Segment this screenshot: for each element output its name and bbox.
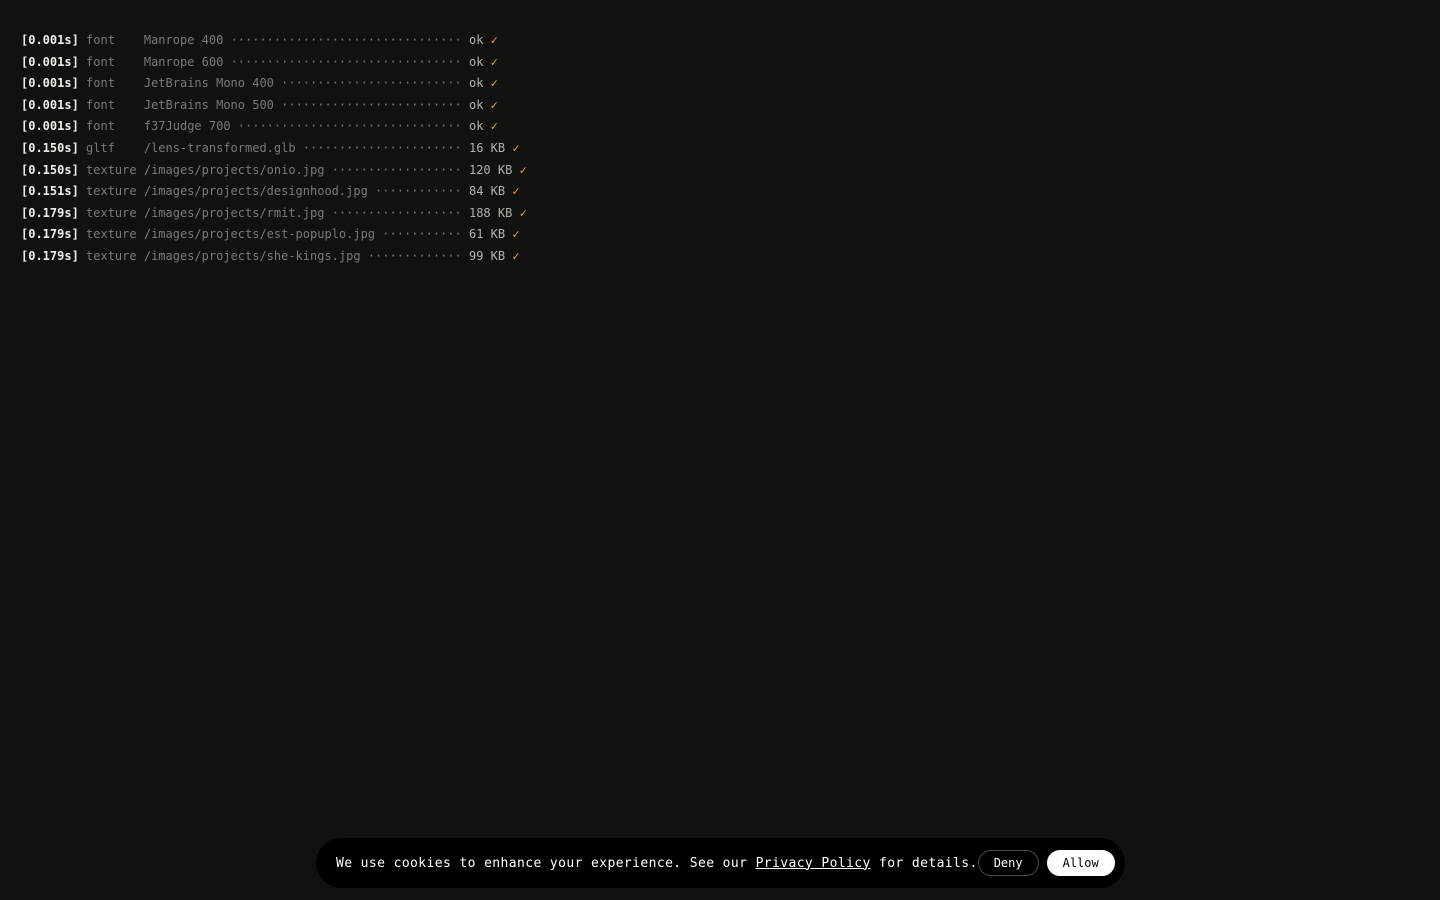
log-kind: texture <box>86 248 137 263</box>
cookie-text-before: We use cookies to enhance your experienc… <box>336 855 756 871</box>
log-timestamp: [0.001s] <box>21 119 79 134</box>
cookie-message: We use cookies to enhance your experienc… <box>336 856 978 871</box>
log-kind: font <box>86 119 137 134</box>
log-line: [0.001s] font Manrope 600 ··············… <box>21 52 527 74</box>
log-resource: /images/projects/designhood.jpg <box>143 184 368 199</box>
log-resource: /images/projects/onio.jpg <box>143 162 325 177</box>
log-kind: texture <box>86 205 137 220</box>
check-icon: ✓ <box>490 97 498 112</box>
log-kind: font <box>86 54 137 69</box>
log-line: [0.150s] gltf /lens-transformed.glb ····… <box>21 138 527 160</box>
log-dots: ······························· <box>237 119 462 134</box>
log-dots: ·················· <box>331 205 462 220</box>
log-kind: font <box>86 97 137 112</box>
log-resource: Manrope 400 <box>143 33 224 47</box>
log-resource: /images/projects/rmit.jpg <box>143 205 325 220</box>
log-dots: ············ <box>375 184 462 199</box>
log-resource: Manrope 600 <box>143 54 224 69</box>
log-dots: ······················ <box>302 140 462 155</box>
check-icon: ✓ <box>512 184 520 199</box>
check-icon: ✓ <box>490 76 498 91</box>
check-icon: ✓ <box>490 33 498 47</box>
log-value: ok <box>468 54 484 69</box>
log-kind: gltf <box>86 140 137 155</box>
log-kind: texture <box>86 184 137 199</box>
log-value: 16 KB <box>468 140 506 155</box>
log-resource: f37Judge 700 <box>143 119 231 134</box>
log-kind: texture <box>86 162 137 177</box>
log-timestamp: [0.001s] <box>21 54 79 69</box>
log-resource: JetBrains Mono 400 <box>143 76 274 91</box>
log-value: ok <box>468 76 484 91</box>
log-kind: font <box>86 33 137 47</box>
log-dots: ························· <box>281 97 462 112</box>
check-icon: ✓ <box>490 54 498 69</box>
cookie-text-after: for details. <box>870 855 978 871</box>
log-timestamp: [0.151s] <box>21 184 79 199</box>
check-icon: ✓ <box>519 205 527 220</box>
log-dots: ··········· <box>382 227 462 242</box>
log-line: [0.151s] texture /images/projects/design… <box>21 181 527 203</box>
check-icon: ✓ <box>512 248 520 263</box>
log-value: 61 KB <box>468 227 506 242</box>
log-resource: /lens-transformed.glb <box>143 140 296 155</box>
cookie-consent-bar: We use cookies to enhance your experienc… <box>316 838 1125 888</box>
log-kind: texture <box>86 227 137 242</box>
check-icon: ✓ <box>519 162 527 177</box>
log-value: ok <box>468 33 484 47</box>
log-timestamp: [0.179s] <box>21 227 79 242</box>
log-kind: font <box>86 76 137 91</box>
asset-load-log: [0.001s] font Manrope 400 ··············… <box>21 30 527 268</box>
log-dots: ································ <box>230 33 462 47</box>
log-line: [0.179s] texture /images/projects/rmit.j… <box>21 203 527 225</box>
log-value: 188 KB <box>468 205 513 220</box>
log-timestamp: [0.179s] <box>21 248 79 263</box>
log-timestamp: [0.001s] <box>21 76 79 91</box>
log-line: [0.179s] texture /images/projects/est-po… <box>21 224 527 246</box>
log-timestamp: [0.001s] <box>21 33 79 47</box>
log-timestamp: [0.150s] <box>21 162 79 177</box>
allow-button[interactable]: Allow <box>1046 850 1115 876</box>
cookie-actions: Deny Allow <box>977 850 1115 876</box>
log-dots: ························· <box>281 76 462 91</box>
log-dots: ·················· <box>331 162 462 177</box>
log-dots: ············· <box>367 248 462 263</box>
log-timestamp: [0.001s] <box>21 97 79 112</box>
log-line: [0.150s] texture /images/projects/onio.j… <box>21 160 527 182</box>
check-icon: ✓ <box>490 119 498 134</box>
log-value: ok <box>468 97 484 112</box>
log-line: [0.001s] font Manrope 400 ··············… <box>21 30 527 52</box>
log-timestamp: [0.150s] <box>21 140 79 155</box>
log-timestamp: [0.179s] <box>21 205 79 220</box>
log-resource: /images/projects/she-kings.jpg <box>143 248 361 263</box>
privacy-policy-link[interactable]: Privacy Policy <box>756 856 871 871</box>
log-line: [0.001s] font f37Judge 700 ·············… <box>21 116 527 138</box>
log-line: [0.179s] texture /images/projects/she-ki… <box>21 246 527 268</box>
log-resource: JetBrains Mono 500 <box>143 97 274 112</box>
check-icon: ✓ <box>512 140 520 155</box>
log-value: 99 KB <box>468 248 506 263</box>
log-value: ok <box>468 119 484 134</box>
deny-button[interactable]: Deny <box>977 850 1039 876</box>
log-dots: ································ <box>230 54 462 69</box>
check-icon: ✓ <box>512 227 520 242</box>
log-resource: /images/projects/est-popuplo.jpg <box>143 227 376 242</box>
log-line: [0.001s] font JetBrains Mono 400 ·······… <box>21 73 527 95</box>
log-line: [0.001s] font JetBrains Mono 500 ·······… <box>21 95 527 117</box>
log-value: 84 KB <box>468 184 506 199</box>
log-value: 120 KB <box>468 162 513 177</box>
